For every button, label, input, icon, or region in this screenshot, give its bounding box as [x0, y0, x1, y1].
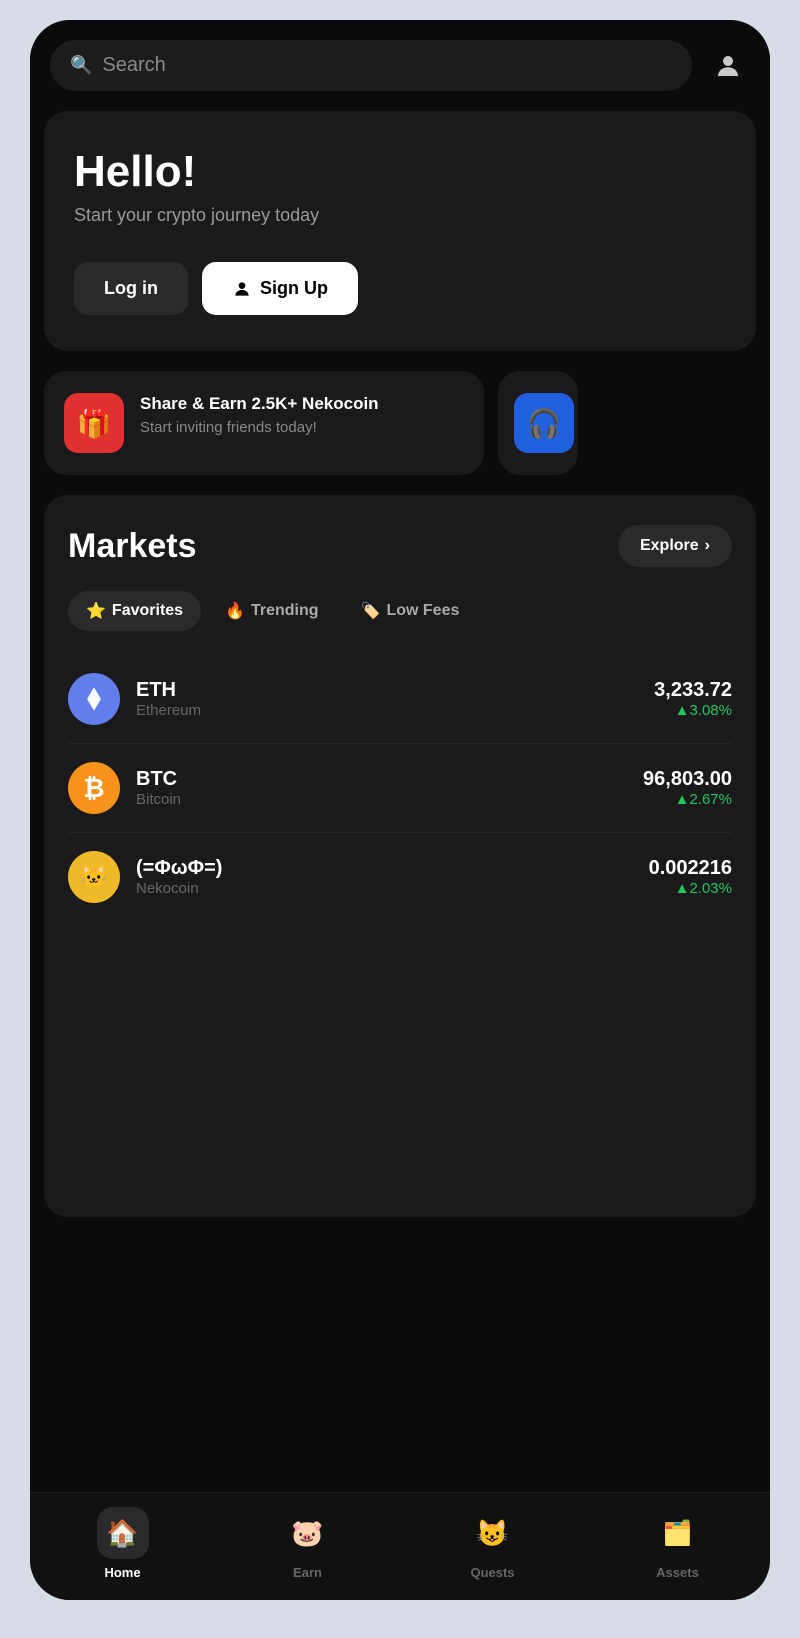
promo-section: 🎁 Share & Earn 2.5K+ Nekocoin Start invi…: [44, 371, 756, 475]
promo-card-subtitle: Start inviting friends today!: [140, 419, 379, 436]
promo-gift-icon: 🎁: [64, 393, 124, 453]
search-bar[interactable]: 🔍 Search: [50, 40, 692, 91]
promo-card-text: Share & Earn 2.5K+ Nekocoin Start inviti…: [140, 393, 379, 436]
eth-change: ▲3.08%: [654, 702, 732, 719]
home-icon-wrap: 🏠: [97, 1507, 149, 1559]
btc-price-value: 96,803.00: [643, 768, 732, 791]
hero-subtitle: Start your crypto journey today: [74, 205, 726, 226]
app-container: 🔍 Search Hello! Start your crypto journe…: [30, 20, 770, 1600]
promo-support-icon: 🎧: [514, 393, 574, 453]
nav-assets-label: Assets: [656, 1565, 699, 1580]
btc-change: ▲2.67%: [643, 791, 732, 808]
hero-buttons: Log in Sign Up: [74, 262, 726, 315]
eth-price: 3,233.72 ▲3.08%: [654, 679, 732, 719]
promo-card-support[interactable]: 🎧 N: [498, 371, 578, 475]
markets-section: Markets Explore › ⭐ Favorites 🔥 Trending…: [44, 495, 756, 1217]
coin-row-neko[interactable]: 🐱 (=ΦωΦ=) Nekocoin 0.002216 ▲2.03%: [68, 833, 732, 921]
markets-title: Markets: [68, 527, 197, 566]
coin-list: ETH Ethereum 3,233.72 ▲3.08% ₿ BTC Bitco…: [68, 655, 732, 921]
tab-low-fees[interactable]: 🏷️ Low Fees: [343, 591, 478, 631]
signup-button[interactable]: Sign Up: [202, 262, 358, 315]
eth-icon: [68, 673, 120, 725]
fire-icon: 🔥: [225, 601, 245, 621]
tag-icon: 🏷️: [361, 601, 381, 621]
nav-quests[interactable]: 😺 Quests: [400, 1507, 585, 1580]
promo-card-title: Share & Earn 2.5K+ Nekocoin: [140, 393, 379, 415]
btc-icon: ₿: [68, 762, 120, 814]
eth-price-value: 3,233.72: [654, 679, 732, 702]
search-icon: 🔍: [70, 55, 92, 76]
neko-symbol: (=ΦωΦ=): [136, 857, 633, 880]
star-icon: ⭐: [86, 601, 106, 621]
login-button[interactable]: Log in: [74, 262, 188, 315]
markets-header: Markets Explore ›: [68, 525, 732, 567]
neko-change: ▲2.03%: [649, 880, 732, 897]
quests-icon: 😺: [476, 1518, 508, 1549]
spacer: [30, 1227, 770, 1493]
assets-icon: 🗂️: [663, 1519, 693, 1548]
nav-home-label: Home: [104, 1565, 140, 1580]
btc-symbol: BTC: [136, 768, 627, 791]
neko-price-value: 0.002216: [649, 857, 732, 880]
quests-icon-wrap: 😺: [467, 1507, 519, 1559]
neko-icon: 🐱: [68, 851, 120, 903]
coin-row-eth[interactable]: ETH Ethereum 3,233.72 ▲3.08%: [68, 655, 732, 744]
home-icon: 🏠: [106, 1518, 138, 1549]
nav-home[interactable]: 🏠 Home: [30, 1507, 215, 1580]
earn-icon-wrap: 🐷: [282, 1507, 334, 1559]
profile-icon[interactable]: [706, 44, 750, 88]
nav-earn-label: Earn: [293, 1565, 322, 1580]
hero-section: Hello! Start your crypto journey today L…: [44, 111, 756, 351]
eth-info: ETH Ethereum: [136, 679, 638, 719]
hero-title: Hello!: [74, 147, 726, 197]
search-placeholder: Search: [102, 54, 165, 77]
nav-earn[interactable]: 🐷 Earn: [215, 1507, 400, 1580]
tab-favorites[interactable]: ⭐ Favorites: [68, 591, 201, 631]
nav-quests-label: Quests: [470, 1565, 514, 1580]
btc-price: 96,803.00 ▲2.67%: [643, 768, 732, 808]
promo-card-referral[interactable]: 🎁 Share & Earn 2.5K+ Nekocoin Start invi…: [44, 371, 484, 475]
neko-price: 0.002216 ▲2.03%: [649, 857, 732, 897]
bottom-nav: 🏠 Home 🐷 Earn 😺 Quests 🗂️ Assets: [30, 1492, 770, 1600]
tab-trending[interactable]: 🔥 Trending: [207, 591, 336, 631]
btc-info: BTC Bitcoin: [136, 768, 627, 808]
explore-button[interactable]: Explore ›: [618, 525, 732, 567]
filter-tabs: ⭐ Favorites 🔥 Trending 🏷️ Low Fees: [68, 591, 732, 631]
neko-name: Nekocoin: [136, 880, 633, 897]
coin-row-btc[interactable]: ₿ BTC Bitcoin 96,803.00 ▲2.67%: [68, 744, 732, 833]
earn-icon: 🐷: [291, 1518, 323, 1549]
btc-name: Bitcoin: [136, 791, 627, 808]
nav-assets[interactable]: 🗂️ Assets: [585, 1507, 770, 1580]
header: 🔍 Search: [30, 20, 770, 101]
eth-name: Ethereum: [136, 702, 638, 719]
neko-info: (=ΦωΦ=) Nekocoin: [136, 857, 633, 897]
assets-icon-wrap: 🗂️: [652, 1507, 704, 1559]
eth-symbol: ETH: [136, 679, 638, 702]
